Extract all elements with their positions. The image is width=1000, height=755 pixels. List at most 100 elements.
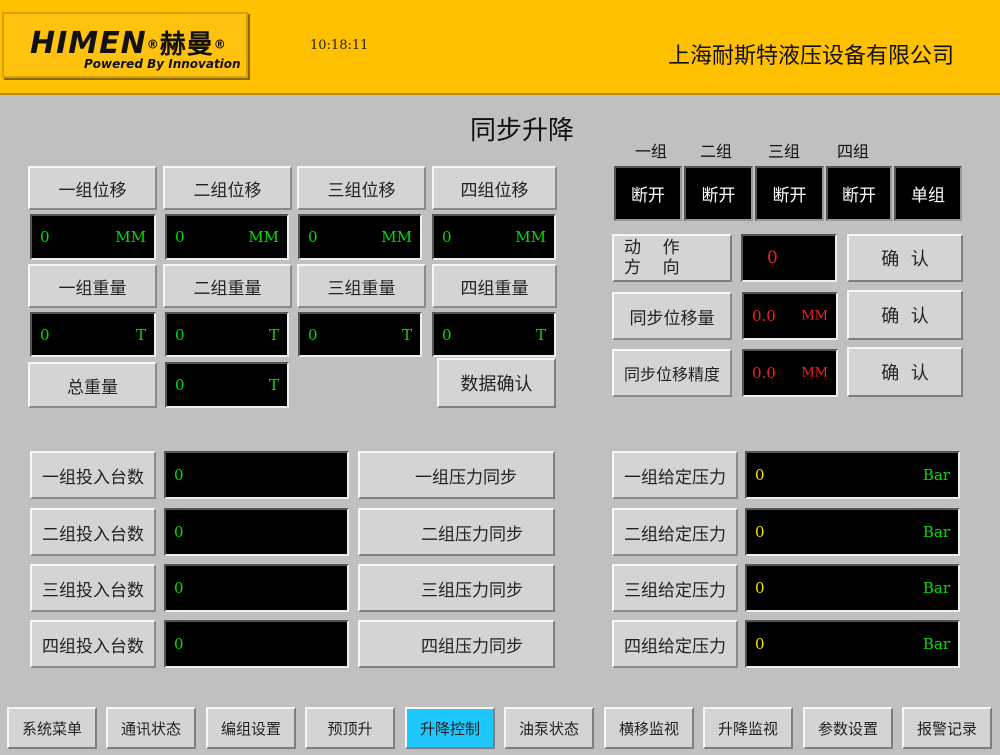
nav-lift-monitor[interactable]: 升降监视 bbox=[703, 707, 793, 749]
unit: T bbox=[135, 325, 146, 344]
unit: MM bbox=[115, 228, 146, 246]
group-header-4: 四组 bbox=[837, 142, 870, 161]
value: 0 bbox=[755, 635, 765, 653]
sync-prec-confirm-button[interactable]: 确 认 bbox=[847, 347, 963, 397]
company-name: 上海耐斯特液压设备有限公司 bbox=[667, 44, 954, 69]
logo-tagline: Powered By Innovation bbox=[84, 57, 241, 71]
nav-pre-lift[interactable]: 预顶升 bbox=[305, 707, 395, 749]
value: 0 bbox=[308, 325, 318, 344]
unit: T bbox=[268, 325, 279, 344]
logo-cn: 赫曼 bbox=[159, 30, 214, 60]
value: 0 bbox=[442, 325, 452, 344]
nav-system-menu[interactable]: 系统菜单 bbox=[7, 707, 97, 749]
nav-comm-status[interactable]: 通讯状态 bbox=[106, 707, 196, 749]
value: 0 bbox=[40, 228, 50, 246]
sync-prec-value[interactable]: 0.0 MM bbox=[742, 349, 838, 397]
unit: MM bbox=[801, 365, 828, 381]
pressure-value-3[interactable]: 0 Bar bbox=[745, 564, 960, 612]
unit: MM bbox=[515, 228, 546, 246]
pressure-label-1: 一组给定压力 bbox=[612, 451, 738, 499]
weight-label-4: 四组重量 bbox=[432, 264, 557, 308]
nav-traverse-monitor[interactable]: 横移监视 bbox=[604, 707, 694, 749]
pressure-sync-button-2[interactable]: 二组压力同步 bbox=[358, 508, 555, 556]
direction-label-line1: 动 作 bbox=[624, 238, 680, 258]
group-header-1: 一组 bbox=[635, 142, 668, 161]
unit: T bbox=[401, 325, 412, 344]
direction-confirm-button[interactable]: 确 认 bbox=[847, 234, 963, 282]
group-header-2: 二组 bbox=[700, 142, 733, 161]
direction-label-line2: 方 向 bbox=[624, 258, 680, 278]
nav-alarm-log[interactable]: 报警记录 bbox=[902, 707, 992, 749]
pressure-sync-button-1[interactable]: 一组压力同步 bbox=[358, 451, 555, 499]
disp-value-3: 0 MM bbox=[298, 214, 422, 260]
input-count-value-4[interactable]: 0 bbox=[164, 620, 349, 668]
value: 0 bbox=[175, 325, 185, 344]
pressure-sync-button-4[interactable]: 四组压力同步 bbox=[358, 620, 555, 668]
value: 0 bbox=[767, 248, 778, 268]
group-header-3: 三组 bbox=[768, 142, 801, 161]
logo-reg-mark-2: ® bbox=[213, 37, 227, 52]
total-weight-label: 总重量 bbox=[28, 362, 157, 408]
input-count-label-1: 一组投入台数 bbox=[30, 451, 156, 499]
weight-label-1: 一组重量 bbox=[28, 264, 157, 308]
value: 0 bbox=[755, 466, 765, 484]
unit: Bar bbox=[922, 523, 950, 541]
value: 0 bbox=[174, 466, 184, 484]
disp-label-4: 四组位移 bbox=[432, 166, 557, 210]
pressure-value-2[interactable]: 0 Bar bbox=[745, 508, 960, 556]
data-confirm-button[interactable]: 数据确认 bbox=[437, 358, 556, 408]
value: 0 bbox=[175, 376, 185, 394]
sync-disp-value[interactable]: 0.0 MM bbox=[742, 292, 838, 340]
disp-label-3: 三组位移 bbox=[297, 166, 426, 210]
group-2-status-button[interactable]: 断开 bbox=[684, 166, 753, 221]
sync-disp-label: 同步位移量 bbox=[612, 292, 732, 340]
sync-disp-confirm-button[interactable]: 确 认 bbox=[847, 290, 963, 340]
clock: 10:18:11 bbox=[310, 38, 369, 53]
pressure-label-4: 四组给定压力 bbox=[612, 620, 738, 668]
value: 0 bbox=[174, 579, 184, 597]
pressure-label-3: 三组给定压力 bbox=[612, 564, 738, 612]
company-logo: HIMEN®赫曼® Powered By Innovation bbox=[2, 12, 248, 78]
weight-value-4: 0T bbox=[432, 312, 556, 357]
unit: T bbox=[535, 325, 546, 344]
value: 0.0 bbox=[752, 364, 776, 382]
single-group-mode-button[interactable]: 单组 bbox=[894, 166, 962, 221]
group-3-status-button[interactable]: 断开 bbox=[755, 166, 824, 221]
value: 0 bbox=[40, 325, 50, 344]
nav-pump-status[interactable]: 油泵状态 bbox=[504, 707, 594, 749]
unit: Bar bbox=[922, 635, 950, 653]
nav-lift-control[interactable]: 升降控制 bbox=[405, 707, 495, 749]
weight-value-1: 0T bbox=[30, 312, 156, 357]
disp-value-1: 0 MM bbox=[30, 214, 156, 260]
disp-value-2: 0 MM bbox=[165, 214, 289, 260]
value: 0 bbox=[308, 228, 318, 246]
value: 0 bbox=[442, 228, 452, 246]
nav-parameter-settings[interactable]: 参数设置 bbox=[803, 707, 893, 749]
value: 0 bbox=[175, 228, 185, 246]
unit: Bar bbox=[922, 466, 950, 484]
direction-button[interactable]: 动 作 方 向 bbox=[612, 234, 732, 282]
logo-reg-mark: ® bbox=[146, 37, 160, 52]
value: 0.0 bbox=[752, 307, 776, 325]
logo-brand: HIMEN bbox=[30, 26, 147, 61]
pressure-sync-button-3[interactable]: 三组压力同步 bbox=[358, 564, 555, 612]
disp-value-4: 0 MM bbox=[432, 214, 556, 260]
value: 0 bbox=[755, 579, 765, 597]
value: 0 bbox=[755, 523, 765, 541]
weight-label-2: 二组重量 bbox=[163, 264, 292, 308]
weight-label-3: 三组重量 bbox=[297, 264, 426, 308]
unit: T bbox=[268, 376, 279, 394]
group-1-status-button[interactable]: 断开 bbox=[614, 166, 682, 221]
pressure-value-1[interactable]: 0 Bar bbox=[745, 451, 960, 499]
unit: MM bbox=[248, 228, 279, 246]
total-weight-value: 0T bbox=[165, 362, 289, 408]
group-4-status-button[interactable]: 断开 bbox=[826, 166, 892, 221]
nav-group-settings[interactable]: 编组设置 bbox=[206, 707, 296, 749]
input-count-value-3[interactable]: 0 bbox=[164, 564, 349, 612]
value: 0 bbox=[174, 523, 184, 541]
input-count-value-1[interactable]: 0 bbox=[164, 451, 349, 499]
unit: Bar bbox=[922, 579, 950, 597]
input-count-label-4: 四组投入台数 bbox=[30, 620, 156, 668]
pressure-value-4[interactable]: 0 Bar bbox=[745, 620, 960, 668]
input-count-value-2[interactable]: 0 bbox=[164, 508, 349, 556]
